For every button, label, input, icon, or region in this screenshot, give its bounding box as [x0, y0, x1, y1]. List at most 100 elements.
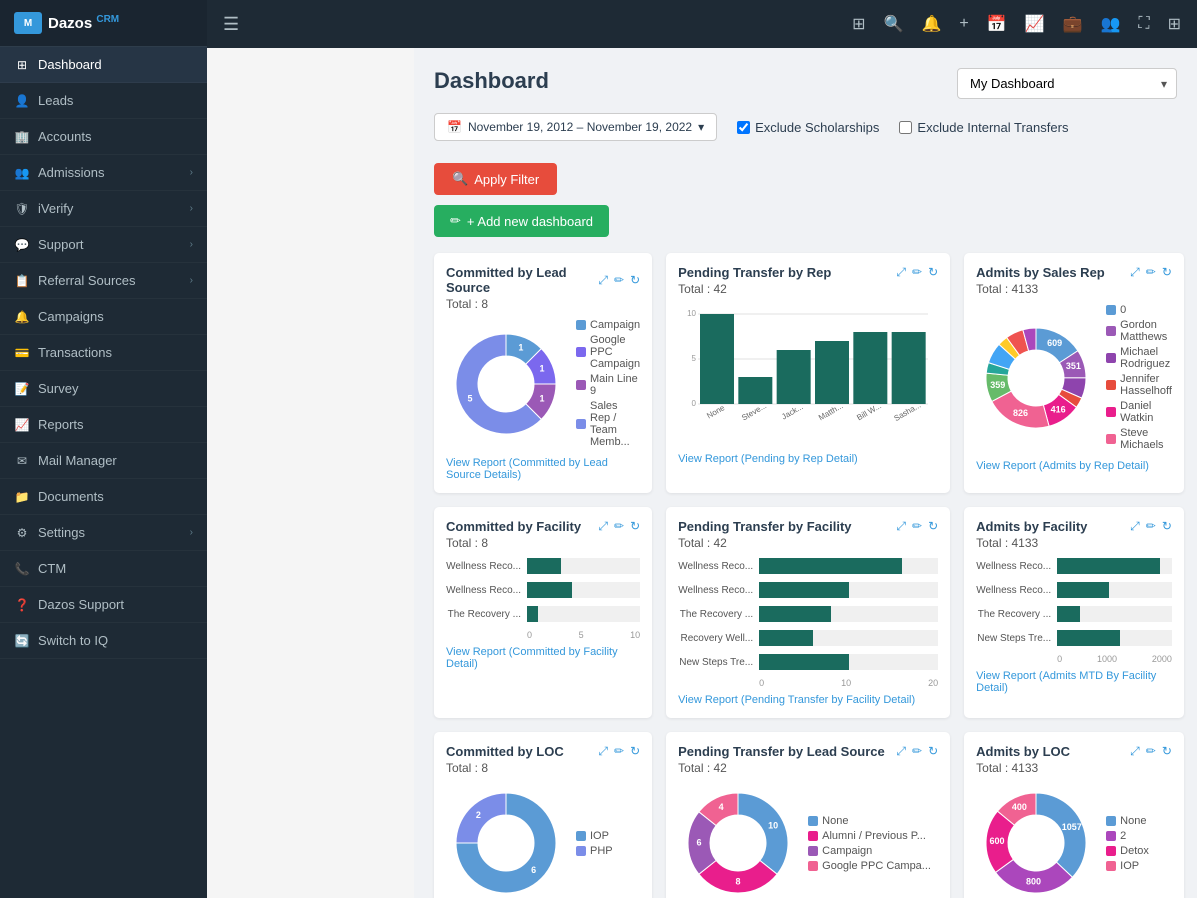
expand-icon[interactable]: ⛶ [1138, 15, 1149, 33]
sidebar-item-support[interactable]: 💬 Support › [0, 227, 207, 263]
chart-card-committed-by-loc: Committed by LOC ⤢ ✏ ↻ Total : 8 62 IOP … [434, 732, 652, 898]
expand-chart-icon[interactable]: ⤢ [896, 519, 906, 534]
expand-chart-icon[interactable]: ⤢ [598, 744, 608, 759]
expand-chart-icon[interactable]: ⤢ [598, 519, 608, 534]
refresh-chart-icon[interactable]: ↻ [1162, 265, 1172, 280]
users-icon[interactable]: 👥 [1100, 14, 1120, 34]
dashboard-select[interactable]: My Dashboard Team Dashboard Sales Dashbo… [957, 68, 1177, 99]
legend-label: 2 [1120, 830, 1126, 842]
refresh-chart-icon[interactable]: ↻ [928, 265, 938, 280]
chart-total: Total : 4133 [976, 761, 1172, 775]
filter-search-icon: 🔍 [452, 171, 468, 187]
exclude-scholarships-label[interactable]: Exclude Scholarships [737, 120, 879, 135]
edit-chart-icon[interactable]: ✏ [912, 519, 922, 534]
mail-manager-icon: ✉ [14, 454, 30, 468]
edit-chart-icon[interactable]: ✏ [614, 744, 624, 759]
expand-chart-icon[interactable]: ⤢ [1130, 265, 1140, 280]
edit-chart-icon[interactable]: ✏ [912, 265, 922, 280]
edit-chart-icon[interactable]: ✏ [1146, 744, 1156, 759]
svg-text:600: 600 [990, 836, 1005, 846]
legend-item: Detox [1106, 845, 1149, 857]
legend-dot [1106, 434, 1116, 444]
chart-link[interactable]: View Report (Admits MTD By Facility Deta… [976, 670, 1172, 694]
exclude-internal-label[interactable]: Exclude Internal Transfers [899, 120, 1068, 135]
grid-icon[interactable]: ⊞ [852, 14, 865, 34]
sidebar-item-iverify[interactable]: 🛡 iVerify › [0, 191, 207, 227]
donut-legend: None 2 Detox IOP [1106, 815, 1149, 875]
sidebar-item-campaigns[interactable]: 🔔 Campaigns [0, 299, 207, 335]
expand-chart-icon[interactable]: ⤢ [1130, 744, 1140, 759]
sidebar-item-admissions[interactable]: 👥 Admissions › [0, 155, 207, 191]
hamburger-icon[interactable]: ☰ [223, 14, 239, 35]
refresh-chart-icon[interactable]: ↻ [928, 519, 938, 534]
expand-chart-icon[interactable]: ⤢ [598, 273, 608, 288]
chart-card-header: Admits by Facility ⤢ ✏ ↻ [976, 519, 1172, 534]
search-icon[interactable]: 🔍 [884, 14, 904, 34]
sidebar-item-transactions[interactable]: 💳 Transactions [0, 335, 207, 371]
hbar-label: The Recovery ... [976, 609, 1051, 620]
sidebar-item-reports[interactable]: 📈 Reports [0, 407, 207, 443]
legend-item: Daniel Watkin [1106, 400, 1172, 424]
sidebar-item-ctm[interactable]: 📞 CTM [0, 551, 207, 587]
date-range-button[interactable]: 📅 November 19, 2012 – November 19, 2022 … [434, 113, 717, 141]
sidebar-item-left: 📋 Referral Sources [14, 273, 136, 288]
chart-link[interactable]: View Report (Pending by Rep Detail) [678, 453, 938, 465]
expand-chart-icon[interactable]: ⤢ [896, 744, 906, 759]
apply-filter-button[interactable]: 🔍 Apply Filter [434, 163, 557, 195]
sidebar-item-switch-to-iq[interactable]: 🔄 Switch to IQ [0, 623, 207, 659]
hbar-row: Wellness Reco... [976, 558, 1172, 574]
chart-link[interactable]: View Report (Committed by Facility Detai… [446, 646, 640, 670]
sidebar-item-survey[interactable]: 📝 Survey [0, 371, 207, 407]
hbar-bar [759, 654, 849, 670]
edit-chart-icon[interactable]: ✏ [614, 519, 624, 534]
edit-chart-icon[interactable]: ✏ [1146, 519, 1156, 534]
chart-card-header: Committed by Lead Source ⤢ ✏ ↻ [446, 265, 640, 295]
refresh-chart-icon[interactable]: ↻ [1162, 744, 1172, 759]
sidebar-item-referral-sources[interactable]: 📋 Referral Sources › [0, 263, 207, 299]
chart-link[interactable]: View Report (Admits by Rep Detail) [976, 460, 1172, 472]
sidebar-item-label: CTM [38, 561, 66, 576]
sidebar-item-settings[interactable]: ⚙ Settings › [0, 515, 207, 551]
refresh-chart-icon[interactable]: ↻ [630, 519, 640, 534]
refresh-chart-icon[interactable]: ↻ [630, 273, 640, 288]
sidebar-item-leads[interactable]: 👤 Leads [0, 83, 207, 119]
edit-chart-icon[interactable]: ✏ [1146, 265, 1156, 280]
svg-text:1: 1 [540, 393, 545, 403]
edit-chart-icon[interactable]: ✏ [912, 744, 922, 759]
sidebar-item-dashboard[interactable]: ⊞ Dashboard [0, 47, 207, 83]
hbar-label: Wellness Reco... [976, 585, 1051, 596]
bell-icon[interactable]: 🔔 [921, 14, 941, 34]
sidebar-item-accounts[interactable]: 🏢 Accounts [0, 119, 207, 155]
chart-link[interactable]: View Report (Pending Transfer by Facilit… [678, 694, 938, 706]
chart-title: Committed by LOC [446, 744, 564, 759]
sidebar-item-documents[interactable]: 📁 Documents [0, 479, 207, 515]
exclude-internal-checkbox[interactable] [899, 121, 912, 134]
exclude-scholarships-checkbox[interactable] [737, 121, 750, 134]
expand-chart-icon[interactable]: ⤢ [896, 265, 906, 280]
sidebar-item-mail-manager[interactable]: ✉ Mail Manager [0, 443, 207, 479]
legend-dot [576, 347, 586, 357]
expand-chart-icon[interactable]: ⤢ [1130, 519, 1140, 534]
sidebar-item-left: 📝 Survey [14, 381, 78, 396]
calendar-icon[interactable]: 📅 [987, 14, 1007, 34]
svg-text:10: 10 [687, 309, 696, 318]
hbar-bar [1057, 582, 1109, 598]
chart-icon[interactable]: 📈 [1025, 14, 1045, 34]
chart-title: Pending Transfer by Rep [678, 265, 831, 280]
legend-item: IOP [1106, 860, 1149, 872]
refresh-chart-icon[interactable]: ↻ [630, 744, 640, 759]
chart-link[interactable]: View Report (Committed by Lead Source De… [446, 457, 640, 481]
add-dashboard-button[interactable]: ✏ + Add new dashboard [434, 205, 609, 237]
edit-chart-icon[interactable]: ✏ [614, 273, 624, 288]
sidebar-item-dazos-support[interactable]: ❓ Dazos Support [0, 587, 207, 623]
donut-wrap: 609351416826359 0 Gordon Matthews Michae… [976, 304, 1172, 454]
chart-total: Total : 42 [678, 536, 938, 550]
sidebar-item-left: 👤 Leads [14, 93, 73, 108]
refresh-chart-icon[interactable]: ↻ [1162, 519, 1172, 534]
svg-text:400: 400 [1012, 802, 1027, 812]
apps-icon[interactable]: ⊞ [1168, 14, 1181, 34]
hbar-bar-wrap [1057, 582, 1172, 598]
plus-icon[interactable]: + [959, 15, 968, 33]
refresh-chart-icon[interactable]: ↻ [928, 744, 938, 759]
briefcase-icon[interactable]: 💼 [1063, 14, 1083, 34]
